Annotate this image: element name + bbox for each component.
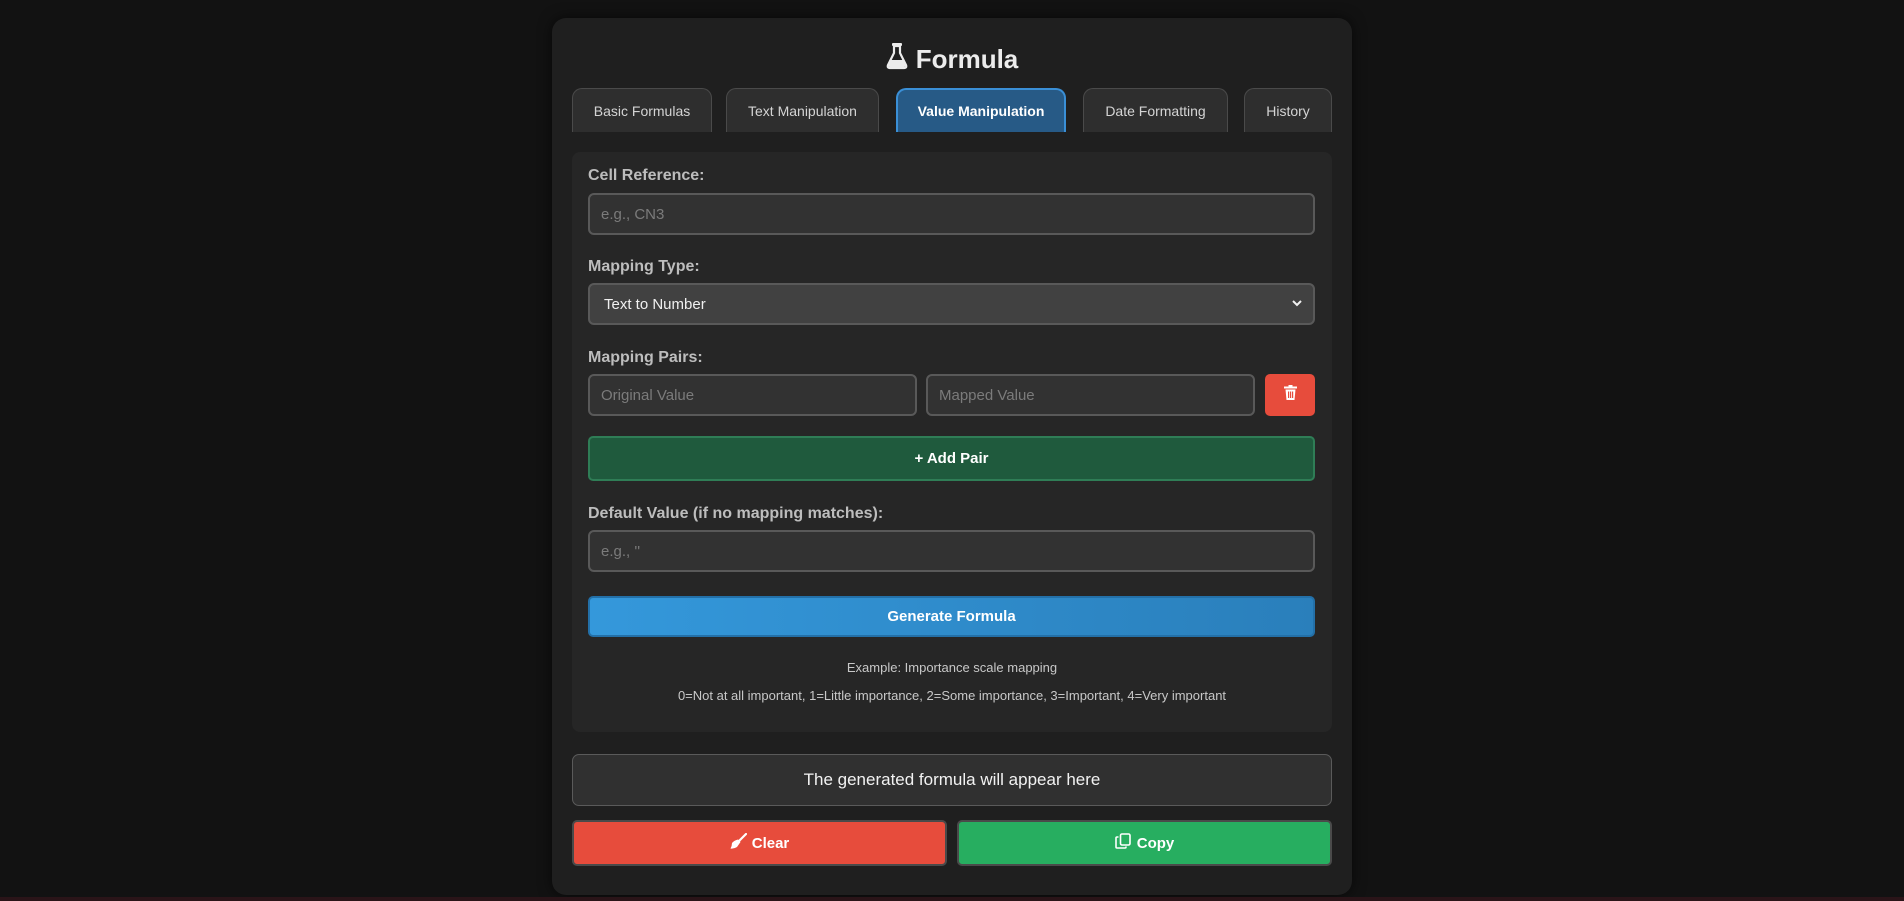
mapping-type-select[interactable]: Text to Number: [588, 283, 1315, 325]
delete-pair-button[interactable]: [1265, 374, 1315, 416]
default-value-input[interactable]: e.g., '': [588, 530, 1315, 572]
add-pair-button[interactable]: + Add Pair: [588, 436, 1315, 481]
copy-label: Copy: [1136, 834, 1175, 852]
clear-label: Clear: [751, 834, 790, 852]
value-manipulation-form: Cell Reference: e.g., CN3 Mapping Type: …: [572, 152, 1332, 732]
cell-reference-input[interactable]: e.g., CN3: [588, 193, 1315, 235]
tab-text-manipulation[interactable]: Text Manipulation: [726, 88, 879, 132]
tab-value-manipulation[interactable]: Value Manipulation: [896, 88, 1066, 132]
cell-reference-placeholder: e.g., CN3: [601, 205, 665, 223]
chevron-down-icon: [1291, 296, 1303, 313]
mapping-type-value: Text to Number: [604, 295, 706, 313]
default-value-label: Default Value (if no mapping matches):: [588, 505, 884, 522]
original-value-placeholder: Original Value: [601, 386, 695, 404]
formula-panel: Formula Basic Formulas Text Manipulation…: [552, 18, 1352, 895]
default-value-placeholder: e.g., '': [601, 542, 641, 560]
copy-button[interactable]: Copy: [957, 820, 1332, 866]
copy-icon: [1114, 833, 1132, 853]
tab-basic-formulas[interactable]: Basic Formulas: [572, 88, 712, 132]
generate-formula-button[interactable]: Generate Formula: [588, 596, 1315, 637]
original-value-input[interactable]: Original Value: [588, 374, 917, 416]
broom-icon: [730, 832, 747, 853]
cell-reference-label: Cell Reference:: [588, 167, 705, 184]
clear-button[interactable]: Clear: [572, 820, 947, 866]
mapping-pairs-label: Mapping Pairs:: [588, 349, 703, 366]
tab-date-formatting[interactable]: Date Formatting: [1083, 88, 1228, 132]
page-title: Formula: [552, 42, 1352, 77]
tab-history[interactable]: History: [1244, 88, 1332, 132]
mapped-value-input[interactable]: Mapped Value: [926, 374, 1255, 416]
bottom-strip: [0, 897, 1904, 901]
mapped-value-placeholder: Mapped Value: [939, 386, 1035, 404]
example-title: Example: Importance scale mapping: [846, 660, 1058, 675]
formula-output: The generated formula will appear here: [572, 754, 1332, 806]
mapping-type-label: Mapping Type:: [588, 258, 700, 275]
page-title-text: Formula: [915, 44, 1019, 74]
tab-bar: Basic Formulas Text Manipulation Value M…: [572, 88, 1332, 132]
flask-icon: [886, 42, 908, 77]
trash-icon: [1283, 385, 1297, 405]
example-body: 0=Not at all important, 1=Little importa…: [677, 688, 1227, 703]
